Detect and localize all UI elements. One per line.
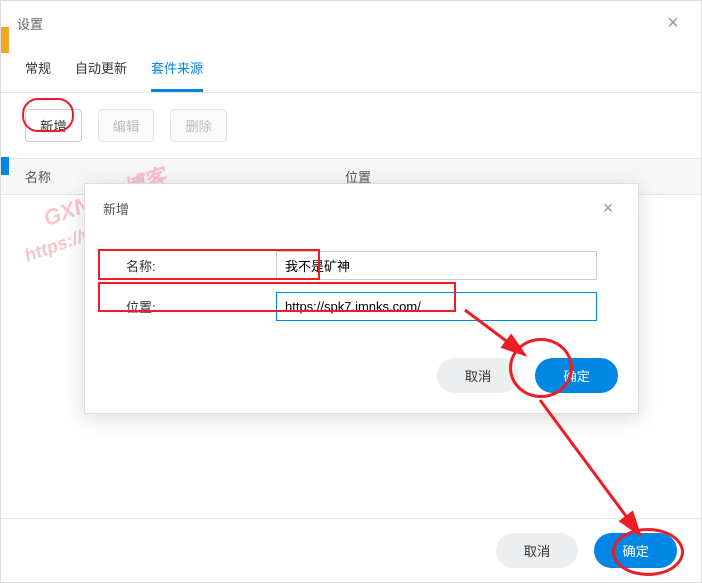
dialog-close-icon[interactable]: × [596, 196, 620, 220]
location-row: 位置: [125, 291, 598, 322]
name-row: 名称: [125, 250, 598, 281]
name-label: 名称: [126, 256, 276, 275]
tab-package-source[interactable]: 套件来源 [151, 58, 203, 92]
toolbar: 新增 编辑 删除 [1, 93, 701, 158]
window-title: 设置 [17, 14, 43, 33]
decorative-edge [1, 27, 9, 53]
close-icon[interactable]: × [661, 11, 685, 35]
dialog-cancel-button[interactable]: 取消 [437, 358, 520, 393]
dialog-confirm-button[interactable]: 确定 [535, 358, 618, 393]
confirm-button[interactable]: 确定 [594, 533, 677, 568]
add-button[interactable]: 新增 [25, 109, 82, 142]
dialog-titlebar: 新增 × [85, 184, 638, 232]
location-input[interactable] [276, 292, 597, 321]
dialog-title: 新增 [103, 199, 129, 218]
dialog-body: 名称: 位置: [85, 232, 638, 342]
decorative-edge-blue [1, 157, 9, 175]
dialog-footer: 取消 确定 [85, 342, 638, 413]
delete-button: 删除 [170, 109, 227, 142]
tab-auto-update[interactable]: 自动更新 [75, 58, 127, 92]
name-input[interactable] [276, 251, 597, 280]
window-footer: 取消 确定 [1, 518, 701, 582]
cancel-button[interactable]: 取消 [496, 533, 579, 568]
location-label: 位置: [126, 297, 276, 316]
tab-general[interactable]: 常规 [25, 58, 51, 92]
tab-bar: 常规 自动更新 套件来源 [1, 46, 701, 93]
edit-button: 编辑 [98, 109, 155, 142]
add-source-dialog: 新增 × 名称: 位置: 取消 确定 [84, 183, 639, 414]
titlebar: 设置 × [1, 1, 701, 46]
